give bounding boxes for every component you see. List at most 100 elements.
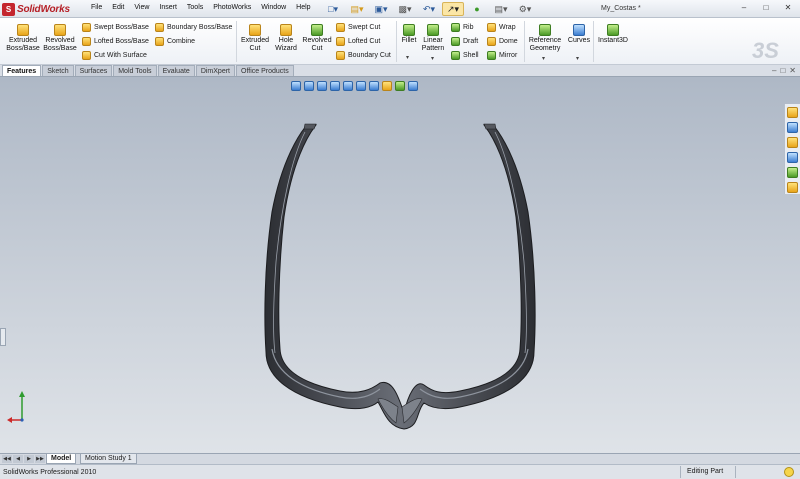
fillet-dropdown-icon[interactable]: ▾ xyxy=(406,54,409,61)
combine-icon xyxy=(155,37,164,46)
minimize-icon[interactable]: – xyxy=(734,2,754,14)
lofted-boss-icon xyxy=(82,37,91,46)
menu-file[interactable]: File xyxy=(86,4,107,11)
combine-button[interactable]: Combine xyxy=(155,37,195,46)
restore-icon[interactable]: □ xyxy=(756,2,776,14)
draft-button[interactable]: Draft xyxy=(451,37,478,46)
fillet-icon xyxy=(403,24,415,36)
extruded-boss-icon xyxy=(17,24,29,36)
extruded-cut-button[interactable]: Extruded Cut xyxy=(240,24,270,53)
tab-features[interactable]: Features xyxy=(2,65,42,76)
menu-help[interactable]: Help xyxy=(291,4,315,11)
fillet-button[interactable]: Fillet xyxy=(399,24,419,45)
rebuild-traffic-light-icon[interactable]: ● xyxy=(466,2,488,16)
tab-sketch[interactable]: Sketch xyxy=(42,65,74,76)
menu-photoworks[interactable]: PhotoWorks xyxy=(208,4,256,11)
tab-mold-tools[interactable]: Mold Tools xyxy=(113,65,157,76)
dome-button[interactable]: Dome xyxy=(487,37,518,46)
boundary-cut-button[interactable]: Boundary Cut xyxy=(336,51,391,60)
boundary-boss-icon xyxy=(155,23,164,32)
rib-icon xyxy=(451,23,460,32)
tab-motion-study-1[interactable]: Motion Study 1 xyxy=(80,454,137,464)
save-icon[interactable]: ▣▾ xyxy=(370,2,392,16)
select-pointer-icon[interactable]: ↗▾ xyxy=(442,2,464,16)
dome-label: Dome xyxy=(499,38,518,45)
curves-dropdown-icon[interactable]: ▾ xyxy=(576,55,579,62)
next-tab-icon[interactable]: ▶ xyxy=(24,455,34,463)
boundary-boss-button[interactable]: Boundary Boss/Base xyxy=(155,23,232,32)
curves-icon xyxy=(573,24,585,36)
tab-model[interactable]: Model xyxy=(46,454,77,464)
tab-surfaces[interactable]: Surfaces xyxy=(74,65,113,76)
file-properties-icon[interactable]: ▤▾ xyxy=(490,2,512,16)
tab-office-products[interactable]: Office Products xyxy=(236,65,294,76)
lofted-cut-button[interactable]: Lofted Cut xyxy=(336,37,380,46)
lofted-boss-button[interactable]: Lofted Boss/Base xyxy=(82,37,149,46)
close-icon[interactable]: ✕ xyxy=(778,2,798,14)
swept-cut-button[interactable]: Swept Cut xyxy=(336,23,380,32)
viewport-minimize-icon[interactable]: – xyxy=(772,66,776,75)
first-tab-icon[interactable]: ◀◀ xyxy=(2,455,12,463)
rebuild-status-icon[interactable] xyxy=(784,467,794,477)
solidworks-resources-icon[interactable] xyxy=(787,107,798,118)
wrap-button[interactable]: Wrap xyxy=(487,23,516,32)
shell-button[interactable]: Shell xyxy=(451,51,479,60)
options-gear-icon[interactable]: ⚙▾ xyxy=(514,2,536,16)
title-bar: S SolidWorks File Edit View Insert Tools… xyxy=(0,0,800,18)
instant3d-button[interactable]: Instant3D xyxy=(596,24,630,45)
linear-pattern-dropdown-icon[interactable]: ▾ xyxy=(431,55,434,62)
model-canvas xyxy=(7,123,536,430)
tab-evaluate[interactable]: Evaluate xyxy=(157,65,195,76)
hole-wizard-button[interactable]: Hole Wizard xyxy=(272,24,300,53)
tab-dimxpert[interactable]: DimXpert xyxy=(195,65,235,76)
feature-manager-collapse-handle[interactable] xyxy=(0,328,6,346)
shell-icon xyxy=(451,51,460,60)
custom-properties-icon[interactable] xyxy=(787,182,798,193)
solidworks-logo[interactable]: S SolidWorks xyxy=(2,2,70,16)
hole-wizard-label: Hole Wizard xyxy=(275,37,297,52)
swept-cut-icon xyxy=(336,23,345,32)
swept-cut-label: Swept Cut xyxy=(348,24,381,31)
last-tab-icon[interactable]: ▶▶ xyxy=(35,455,45,463)
mirror-button[interactable]: Mirror xyxy=(487,51,517,60)
cut-with-surface-label: Cut With Surface xyxy=(94,52,147,59)
prev-tab-icon[interactable]: ◀ xyxy=(13,455,23,463)
sunglasses-frame-model[interactable] xyxy=(264,123,536,430)
menu-edit[interactable]: Edit xyxy=(107,4,129,11)
revolved-boss-label: Revolved Boss/Base xyxy=(43,37,77,52)
viewport-window-controls: – □ ✕ xyxy=(772,66,796,75)
reference-geometry-dropdown-icon[interactable]: ▾ xyxy=(542,55,545,62)
instant3d-icon xyxy=(607,24,619,36)
hole-wizard-icon xyxy=(280,24,292,36)
file-explorer-icon[interactable] xyxy=(787,137,798,148)
design-library-icon[interactable] xyxy=(787,122,798,133)
print-icon[interactable]: ▩▾ xyxy=(394,2,416,16)
menu-tools[interactable]: Tools xyxy=(182,4,208,11)
cut-with-surface-button[interactable]: Cut With Surface xyxy=(82,51,147,60)
linear-pattern-button[interactable]: Linear Pattern xyxy=(420,24,446,53)
menu-insert[interactable]: Insert xyxy=(154,4,182,11)
open-folder-icon[interactable]: ▤▾ xyxy=(346,2,368,16)
new-document-icon[interactable]: □▾ xyxy=(322,2,344,16)
curves-button[interactable]: Curves xyxy=(567,24,591,45)
graphics-area[interactable] xyxy=(0,77,800,453)
revolved-boss-button[interactable]: Revolved Boss/Base xyxy=(43,24,77,53)
window-controls: – □ ✕ xyxy=(734,2,798,14)
ribbon-separator xyxy=(236,21,237,62)
appearances-scenes-icon[interactable] xyxy=(787,167,798,178)
viewport-close-icon[interactable]: ✕ xyxy=(789,66,796,75)
status-bar: SolidWorks Professional 2010 Editing Par… xyxy=(0,464,800,479)
menu-view[interactable]: View xyxy=(129,4,154,11)
rib-button[interactable]: Rib xyxy=(451,23,474,32)
revolved-cut-button[interactable]: Revolved Cut xyxy=(302,24,332,53)
viewport-restore-icon[interactable]: □ xyxy=(780,66,785,75)
fillet-label: Fillet xyxy=(401,37,417,44)
swept-boss-button[interactable]: Swept Boss/Base xyxy=(82,23,149,32)
reference-geometry-button[interactable]: Reference Geometry xyxy=(527,24,563,53)
extruded-boss-button[interactable]: Extruded Boss/Base xyxy=(6,24,40,53)
view-palette-icon[interactable] xyxy=(787,152,798,163)
menu-window[interactable]: Window xyxy=(256,4,291,11)
undo-icon[interactable]: ↶▾ xyxy=(418,2,440,16)
rib-label: Rib xyxy=(463,24,474,31)
reference-geometry-icon xyxy=(539,24,551,36)
